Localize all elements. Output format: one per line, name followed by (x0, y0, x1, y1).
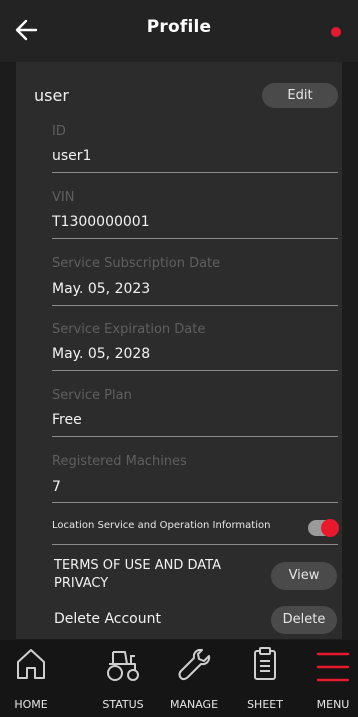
field-label-id: ID (52, 124, 66, 139)
tractor-icon (107, 651, 139, 681)
nav-item-menu[interactable]: MENU (302, 640, 358, 717)
field-label-registered-machines: Registered Machines (52, 454, 187, 469)
app-header: Profile (0, 0, 358, 62)
profile-name: user (34, 86, 69, 105)
field-divider (52, 436, 338, 437)
wrench-icon (178, 648, 211, 681)
field-label-vin: VIN (52, 190, 75, 205)
field-divider (52, 544, 338, 545)
field-label-service-plan: Service Plan (52, 388, 132, 403)
nav-item-manage[interactable]: MANAGE (163, 640, 225, 717)
field-divider (52, 502, 338, 503)
location-service-toggle[interactable] (308, 519, 339, 537)
edit-button[interactable]: Edit (262, 83, 338, 108)
nav-label-home: HOME (14, 698, 48, 711)
field-value-expiration-date: May. 05, 2028 (52, 346, 151, 362)
home-icon (17, 649, 45, 679)
field-value-subscription-date: May. 05, 2023 (52, 281, 151, 297)
page-title: Profile (146, 17, 212, 37)
notification-dot (331, 27, 341, 37)
nav-label-status: STATUS (102, 698, 144, 711)
field-value-vin: T1300000001 (52, 214, 150, 230)
clipboard-icon (254, 647, 276, 680)
terms-label: TERMS OF USE AND DATA PRIVACY (54, 558, 221, 591)
nav-item-sheet[interactable]: SHEET (234, 640, 296, 717)
nav-item-status[interactable]: STATUS (92, 640, 154, 717)
field-label-subscription-date: Service Subscription Date (52, 256, 221, 271)
hamburger-menu-icon (316, 652, 350, 682)
field-label-expiration-date: Service Expiration Date (52, 322, 206, 337)
delete-account-label: Delete Account (54, 611, 161, 627)
delete-account-button[interactable]: Delete (271, 606, 337, 634)
field-value-service-plan: Free (52, 412, 82, 428)
view-terms-button[interactable]: View (271, 562, 337, 590)
bottom-nav: HOME STATUS MANAGE SHEET MENU (0, 640, 358, 717)
field-value-id: user1 (52, 148, 92, 164)
field-divider (52, 370, 338, 371)
nav-label-sheet: SHEET (247, 698, 283, 711)
field-divider (52, 305, 338, 306)
field-value-registered-machines: 7 (52, 479, 61, 495)
nav-label-manage: MANAGE (169, 698, 219, 711)
location-service-label: Location Service and Operation Informati… (52, 520, 271, 531)
toggle-knob (321, 519, 339, 537)
field-divider (52, 172, 338, 173)
nav-item-home[interactable]: HOME (0, 640, 62, 717)
nav-label-menu: MENU (316, 698, 350, 711)
field-divider (52, 238, 338, 239)
